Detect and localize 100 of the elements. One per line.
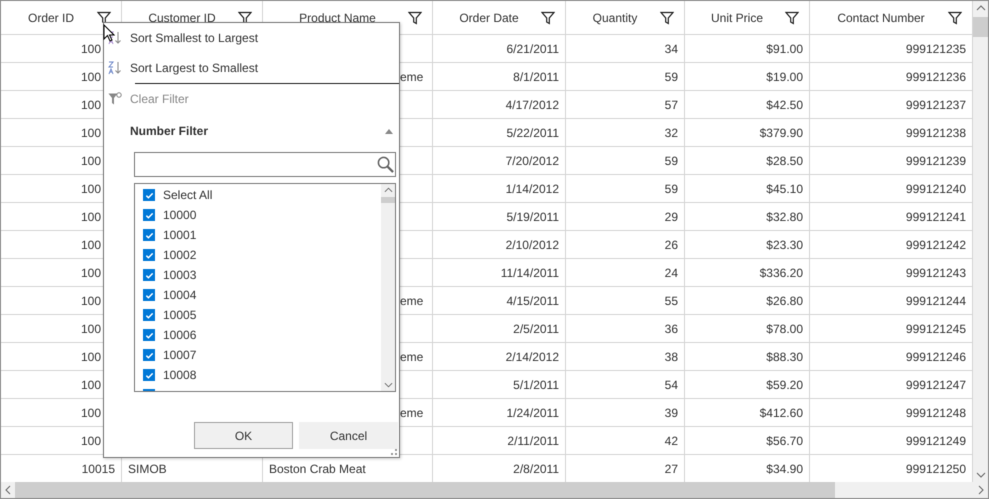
column-header[interactable]: Contact Number: [837, 10, 925, 24]
table-cell: 999121245: [906, 322, 966, 336]
table-cell: $78.00: [766, 322, 803, 336]
table-cell: 100: [80, 154, 101, 168]
scroll-left-icon[interactable]: [5, 485, 11, 495]
checkbox[interactable]: [143, 349, 155, 361]
column-header[interactable]: Unit Price: [710, 10, 763, 24]
horizontal-scrollbar[interactable]: [1, 482, 988, 498]
sort-menu-item[interactable]: Sort Largest to Smallest: [104, 53, 266, 83]
value-label: 10007: [163, 348, 196, 362]
checkbox[interactable]: [143, 189, 155, 201]
checkbox[interactable]: [143, 209, 155, 221]
table-cell: 999121241: [906, 210, 966, 224]
table-cell: 999121247: [906, 378, 966, 392]
table-cell: 100: [80, 378, 101, 392]
column-header[interactable]: Customer ID: [148, 10, 216, 24]
table-cell: $34.90: [766, 462, 803, 476]
table-cell: 4/15/2011: [506, 294, 559, 308]
table-cell: eme: [400, 350, 424, 364]
table-cell: 1/24/2011: [506, 406, 559, 420]
table-cell: 24: [664, 266, 678, 280]
value-label: 10005: [163, 308, 196, 322]
table-cell: 100: [80, 322, 101, 336]
table-cell: Boston Crab Meat: [269, 462, 366, 476]
table-cell: SIMOB: [128, 462, 167, 476]
dialog-button[interactable]: OK: [194, 422, 293, 449]
checkbox[interactable]: [143, 369, 155, 381]
checkbox[interactable]: [143, 329, 155, 341]
column-header[interactable]: Order ID: [28, 10, 74, 24]
table-cell: 57: [664, 98, 678, 112]
scroll-up-icon[interactable]: [384, 187, 392, 193]
scroll-thumb[interactable]: [381, 197, 395, 203]
value-label: 10002: [163, 248, 196, 262]
table-cell: 42: [664, 434, 678, 448]
table-cell: 2/14/2012: [506, 350, 559, 364]
table-cell: 100: [80, 266, 101, 280]
table-cell: eme: [400, 70, 424, 84]
table-cell: 100: [80, 406, 101, 420]
checkbox[interactable]: [143, 249, 155, 261]
value-label: 10004: [163, 288, 196, 302]
scroll-up-icon[interactable]: [976, 5, 986, 11]
table-cell: 100: [80, 182, 101, 196]
filter-icon[interactable]: [541, 11, 555, 25]
checkbox[interactable]: [143, 309, 155, 321]
table-cell: 999121239: [906, 154, 966, 168]
checkbox[interactable]: [143, 269, 155, 281]
scroll-down-icon[interactable]: [384, 382, 392, 388]
table-cell: 100: [80, 126, 101, 140]
column-header[interactable]: Product Name: [299, 10, 376, 24]
checkbox[interactable]: [143, 229, 155, 241]
table-cell: 32: [664, 126, 678, 140]
filter-icon[interactable]: [408, 11, 422, 25]
scroll-thumb[interactable]: [973, 17, 988, 37]
table-cell: 999121248: [906, 406, 966, 420]
table-cell: 999121236: [906, 70, 966, 84]
list-scrollbar[interactable]: [381, 184, 395, 391]
table-cell: $45.10: [766, 182, 803, 196]
table-cell: $26.80: [766, 294, 803, 308]
dialog-button[interactable]: Cancel: [299, 422, 398, 449]
clear-filter-icon: [108, 92, 122, 106]
table-cell: 999121250: [906, 462, 966, 476]
table-cell: 2/11/2011: [507, 434, 559, 448]
table-cell: 54: [664, 378, 678, 392]
table-cell: 34: [664, 42, 678, 56]
table-cell: eme: [400, 406, 424, 420]
table-cell: 100: [80, 350, 101, 364]
table-cell: 5/22/2011: [506, 126, 559, 140]
table-cell: 4/17/2012: [506, 98, 559, 112]
table-cell: 999121235: [906, 42, 966, 56]
sort-icon: [108, 31, 122, 45]
table-cell: 100: [80, 434, 101, 448]
filter-icon[interactable]: [948, 11, 962, 25]
table-cell: 5/19/2011: [506, 210, 559, 224]
table-cell: $336.20: [760, 266, 803, 280]
table-cell: $32.80: [766, 210, 803, 224]
vertical-scrollbar[interactable]: [973, 1, 988, 482]
value-label: 10003: [163, 268, 196, 282]
resize-grip-icon[interactable]: [391, 449, 397, 455]
search-icon: [377, 156, 394, 173]
table-cell: $88.30: [766, 350, 803, 364]
value-label: 10001: [163, 228, 196, 242]
table-cell: 59: [664, 182, 678, 196]
column-header[interactable]: Order Date: [459, 10, 519, 24]
table-cell: 2/10/2012: [506, 238, 559, 252]
checkbox[interactable]: [143, 289, 155, 301]
search-field[interactable]: [134, 152, 396, 177]
filter-icon[interactable]: [97, 11, 111, 25]
table-cell: $379.90: [760, 126, 803, 140]
table-cell: $42.50: [766, 98, 803, 112]
table-cell: 38: [664, 350, 678, 364]
filter-icon[interactable]: [785, 11, 799, 25]
scroll-right-icon[interactable]: [978, 485, 984, 495]
column-header[interactable]: Quantity: [592, 10, 638, 24]
table-cell: 100: [80, 294, 101, 308]
filter-icon[interactable]: [238, 11, 252, 25]
scroll-down-icon[interactable]: [976, 472, 986, 478]
table-cell: 6/21/2011: [506, 42, 559, 56]
filter-icon[interactable]: [660, 11, 674, 25]
collapse-icon[interactable]: [385, 128, 393, 134]
scroll-thumb[interactable]: [15, 482, 835, 498]
